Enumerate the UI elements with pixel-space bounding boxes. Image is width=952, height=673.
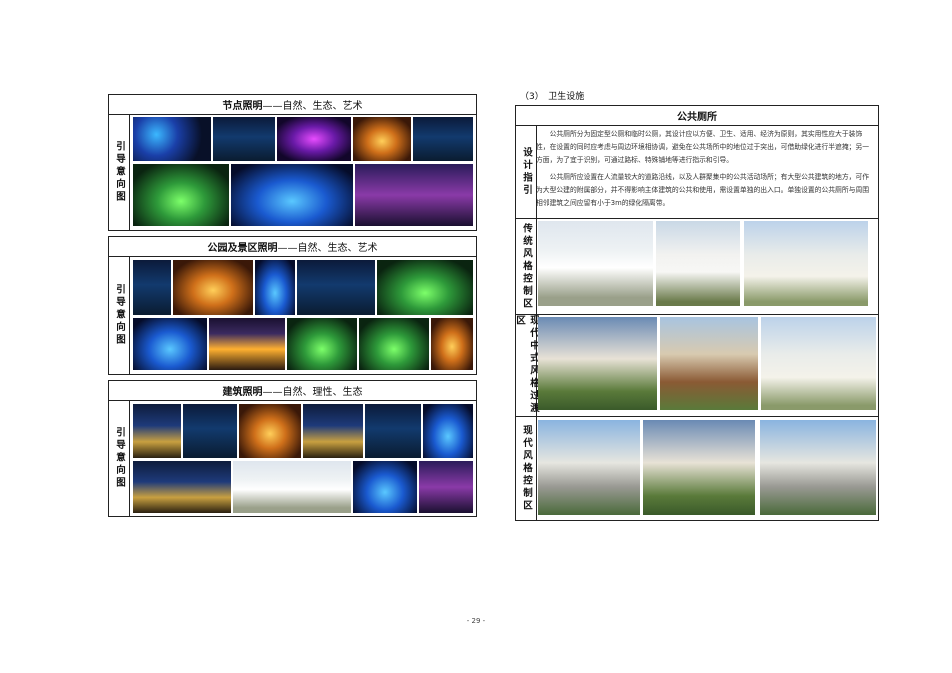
node-lighting-title: 节点照明 (222, 101, 263, 112)
photo-tree-light (353, 117, 411, 161)
traditional-zone-label: 传统风格控制区 (516, 219, 537, 314)
modern-zone-label: 现代风格控制区 (516, 417, 537, 520)
park-lighting-header: 公园及景区照明 ——自然、生态、艺术 (109, 237, 476, 257)
photo-lit-bridge (239, 404, 301, 458)
park-lighting-table: 公园及景区照明 ——自然、生态、艺术 引导意向图 (108, 236, 477, 375)
photo-pink-canopy (355, 164, 473, 226)
photo-glowing-spheres (133, 164, 229, 226)
building-lighting-side-label: 引导意向图 (109, 401, 130, 516)
design-paragraph-2: 公共厕所应设置在人流量较大的道路沿线，以及人群聚集中的公共活动场所；有大型公共建… (536, 173, 870, 207)
photo-traditional-toilet-1 (538, 221, 653, 306)
building-lighting-header: 建筑照明 ——自然、理性、生态 (109, 381, 476, 401)
design-paragraph-1: 公共厕所分为固定型公厕和临时公厕，其设计应以方便、卫生、适用、经济为原则，其实用… (536, 130, 870, 164)
photo-green-forest (359, 318, 429, 370)
photo-hotel-night (133, 461, 231, 513)
photo-traditional-toilet-2 (656, 221, 740, 306)
building-lighting-table: 建筑照明 ——自然、理性、生态 引导意向图 (108, 380, 477, 517)
photo-modern-toilet-1 (538, 420, 640, 515)
photo-traditional-toilet-3 (744, 221, 868, 306)
photo-transition-toilet-2 (660, 317, 758, 410)
photo-tall-tower (183, 404, 237, 458)
photo-blue-arches (133, 117, 211, 161)
transition-zone-label: 现代中式风格过渡区 (514, 315, 539, 416)
row-divider (516, 416, 878, 417)
photo-moon-lake (133, 260, 171, 315)
design-guidance-label: 设计指引 (516, 126, 537, 218)
photo-modern-block (353, 461, 417, 513)
row-divider (516, 314, 878, 315)
photo-green-building (365, 404, 421, 458)
photo-golden-trees (431, 318, 473, 370)
row-divider (516, 218, 878, 219)
photo-street-lamp (255, 260, 295, 315)
building-lighting-title: 建筑照明 (222, 387, 263, 398)
photo-night-bridge (209, 318, 285, 370)
photo-bare-trees (297, 260, 375, 315)
section-title: （3） 卫生设施 (520, 92, 585, 102)
photo-modern-toilet-2 (643, 420, 755, 515)
node-lighting-table: 节点照明 ——自然、生态、艺术 引导意向图 (108, 94, 477, 231)
photo-city-trees (413, 117, 473, 161)
photo-lit-pond (287, 318, 357, 370)
page-number: - 29 - (466, 617, 486, 625)
photo-purple-sculpture (277, 117, 351, 161)
node-lighting-subtitle: ——自然、生态、艺术 (262, 101, 363, 112)
photo-modern-toilet-3 (760, 420, 876, 515)
photo-fire-trees (173, 260, 253, 315)
photo-light-dandelions (231, 164, 353, 226)
park-lighting-side-label: 引导意向图 (109, 257, 130, 374)
public-toilet-title: 公共厕所 (677, 112, 717, 123)
photo-transition-toilet-3 (761, 317, 876, 410)
photo-blue-fountain (133, 318, 207, 370)
public-toilet-table: 公共厕所 设计指引 传统风格控制区 现代中式风格过渡区 现代风格控制区 (514, 105, 879, 521)
park-lighting-title: 公园及景区照明 (207, 243, 278, 254)
photo-night-plaza (213, 117, 275, 161)
photo-gold-building (133, 404, 181, 458)
building-lighting-subtitle: ——自然、理性、生态 (262, 387, 363, 398)
node-lighting-header: 节点照明 ——自然、生态、艺术 (109, 95, 476, 115)
public-toilet-header: 公共厕所 (516, 106, 878, 126)
node-lighting-side-label: 引导意向图 (109, 115, 130, 230)
photo-white-roofs (233, 461, 351, 513)
photo-curved-facade (419, 461, 473, 513)
park-lighting-subtitle: ——自然、生态、艺术 (277, 243, 378, 254)
photo-office-building (303, 404, 363, 458)
photo-transition-toilet-1 (538, 317, 657, 410)
photo-high-rise (423, 404, 473, 458)
photo-green-rock (377, 260, 473, 315)
